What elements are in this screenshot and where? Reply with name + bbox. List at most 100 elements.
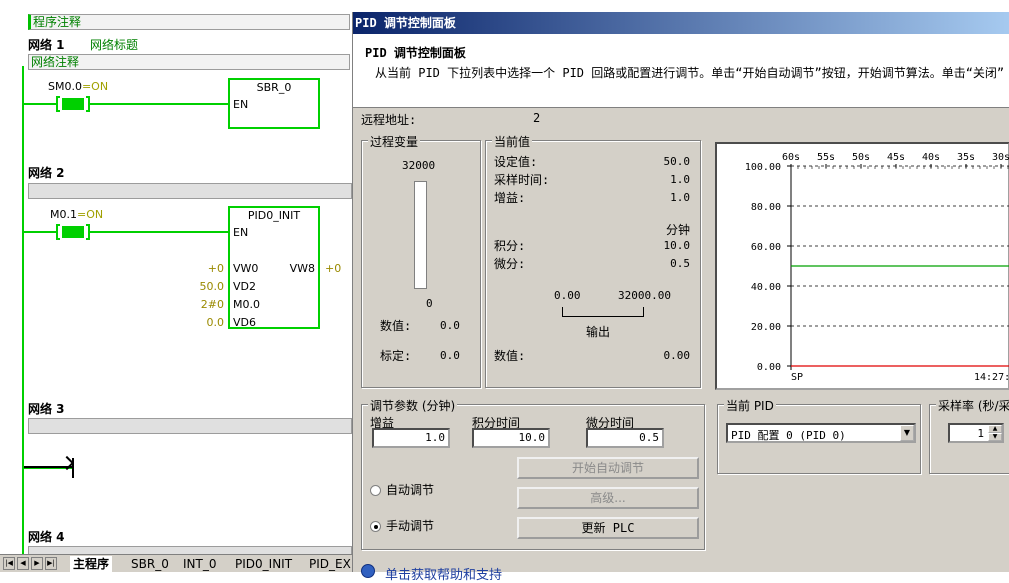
contact-sm00-label: SM0.0=ON <box>48 80 109 93</box>
network-1-comment[interactable]: 网络注释 <box>28 54 350 70</box>
pid0-init-title: PID0_INIT <box>247 209 301 222</box>
y-tick-label: 0.00 <box>757 362 781 373</box>
x-tick-label: 50s <box>852 152 870 163</box>
tuning-gain-input[interactable]: 1.0 <box>372 428 450 448</box>
pv-value: 0.0 <box>440 319 460 332</box>
trend-chart: 100.00 80.00 60.00 40.00 20.00 0.00 60s 55s 50s 4… <box>715 142 1009 390</box>
current-values-label: 当前值 <box>492 133 533 150</box>
wire <box>90 231 228 233</box>
remote-address-value: 2 <box>533 111 541 125</box>
start-auto-tune-button[interactable]: 开始自动调节 <box>517 457 699 479</box>
dialog-title[interactable]: PID 调节控制面板 <box>353 12 1009 34</box>
tab-sbr0[interactable]: SBR_0 <box>128 556 172 572</box>
pid0-input-pin: VD2 <box>233 280 256 293</box>
x-tick-label: 35s <box>957 152 975 163</box>
output-min: 0.00 <box>554 289 581 302</box>
tab-pid0-init[interactable]: PID0_INIT <box>232 556 295 572</box>
legend-sp: SP <box>791 372 803 383</box>
pid0-input-pin: VW0 <box>233 262 259 275</box>
process-variable-group: 过程变量 32000 0 数值: 0.0 标定: 0.0 <box>361 133 481 388</box>
ladder-editor[interactable]: 程序注释 网络 1 网络标题 网络注释 SM0.0=ON SBR_0 EN 网络… <box>0 0 352 572</box>
process-variable-label: 过程变量 <box>368 133 421 150</box>
sbr0-call-box[interactable]: SBR_0 EN <box>228 78 320 129</box>
pid0-en-pin: EN <box>233 226 249 239</box>
contact-m01[interactable] <box>56 224 90 240</box>
derivative-label: 微分: <box>494 257 526 271</box>
setpoint-label: 设定值: <box>494 155 538 169</box>
integral-value: 10.0 <box>663 239 691 252</box>
wire <box>24 103 56 105</box>
gain-label: 增益: <box>494 191 526 205</box>
current-pid-label: 当前 PID <box>724 397 776 414</box>
spin-up-icon[interactable]: ▲ <box>988 425 1002 433</box>
sbr0-box-title: SBR_0 <box>256 81 292 94</box>
sample-rate-spinner[interactable]: 1 ▲ ▼ <box>948 423 1004 443</box>
tab-next-icon[interactable]: ▶ <box>31 557 43 570</box>
output-value: 0.00 <box>663 349 691 362</box>
sample-rate-label: 采样率 (秒/采 <box>936 397 1009 414</box>
integral-label: 积分: <box>494 239 526 253</box>
pv-scaled: 0.0 <box>440 349 460 362</box>
y-tick-label: 40.00 <box>751 282 781 293</box>
output-max: 32000.00 <box>618 289 671 302</box>
manual-tune-label[interactable]: 手动调节 <box>386 517 434 534</box>
network-1-title[interactable]: 网络标题 <box>90 36 138 53</box>
pid0-input-value: 0.0 <box>206 316 225 329</box>
derivative-value: 0.5 <box>670 257 690 270</box>
time-label: 14:27: <box>974 372 1009 383</box>
power-rail <box>22 66 24 554</box>
y-tick-label: 100.00 <box>745 162 781 173</box>
tab-last-icon[interactable]: ▶| <box>45 557 57 570</box>
tab-first-icon[interactable]: |◀ <box>3 557 15 570</box>
auto-tune-label[interactable]: 自动调节 <box>386 481 434 498</box>
chevron-down-icon[interactable]: ▼ <box>900 425 914 441</box>
header-title: PID 调节控制面板 <box>365 46 466 60</box>
help-link[interactable]: 单击获取帮助和支持 <box>385 564 502 583</box>
manual-tune-radio[interactable] <box>370 521 381 532</box>
program-comment[interactable]: 程序注释 <box>28 14 350 30</box>
pou-tab-bar: |◀ ◀ ▶ ▶| 主程序 SBR_0 INT_0 PID0_INIT PID_… <box>0 554 352 572</box>
contact-m01-label: M0.1=ON <box>50 208 104 221</box>
auto-tune-radio[interactable] <box>370 485 381 496</box>
gain-value: 1.0 <box>670 191 690 204</box>
tab-pid-ex[interactable]: PID_EX <box>306 556 352 572</box>
tab-prev-icon[interactable]: ◀ <box>17 557 29 570</box>
pv-bar <box>414 181 427 289</box>
dialog-header: PID 调节控制面板 从当前 PID 下拉列表中选择一个 PID 回路或配置进行… <box>353 34 1009 108</box>
pv-value-label: 数值: <box>380 319 412 333</box>
pid0-init-box[interactable]: PID0_INIT EN VW0 VD2 M0.0 VD6 VW8 <box>228 206 320 329</box>
advanced-button[interactable]: 高级... <box>517 487 699 509</box>
tuning-params-label: 调节参数 (分钟) <box>368 397 458 414</box>
tab-int0[interactable]: INT_0 <box>180 556 219 572</box>
sample-rate-group: 采样率 (秒/采 1 ▲ ▼ <box>929 397 1009 474</box>
output-scale <box>562 307 644 317</box>
x-tick-label: 45s <box>887 152 905 163</box>
sample-rate-value: 1 <box>977 427 984 440</box>
update-plc-button[interactable]: 更新 PLC <box>517 517 699 539</box>
tuning-integral-input[interactable]: 10.0 <box>472 428 550 448</box>
pid0-input-pin: M0.0 <box>233 298 260 311</box>
tuning-derivative-input[interactable]: 0.5 <box>586 428 664 448</box>
pid0-input-value: 2#0 <box>200 298 224 311</box>
pid0-input-value: 50.0 <box>199 280 225 293</box>
remote-address-label: 远程地址: <box>361 113 417 127</box>
network-2-comment-bar[interactable] <box>28 183 352 199</box>
pid0-input-value: +0 <box>207 262 224 275</box>
tuning-params-group: 调节参数 (分钟) 增益 1.0 积分时间 10.0 微分时间 0.5 自动调节… <box>361 397 705 550</box>
x-tick-label: 40s <box>922 152 940 163</box>
help-icon[interactable] <box>361 564 375 578</box>
contact-sm00[interactable] <box>56 96 90 112</box>
current-pid-select[interactable]: PID 配置 0 (PID 0) ▼ <box>726 423 916 443</box>
network-3-comment-bar[interactable] <box>28 418 352 434</box>
sample-time-label: 采样时间: <box>494 173 550 187</box>
pid0-output-value: +0 <box>325 262 342 275</box>
network-4-label: 网络 4 <box>28 530 65 544</box>
spin-down-icon[interactable]: ▼ <box>988 433 1002 441</box>
x-tick-label: 30s <box>992 152 1009 163</box>
wire <box>90 103 228 105</box>
current-values-group: 当前值 设定值: 50.0 采样时间: 1.0 增益: 1.0 分钟 积分: 1… <box>485 133 701 388</box>
unit-label: 分钟 <box>665 223 690 237</box>
tab-main[interactable]: 主程序 <box>70 556 113 572</box>
current-pid-selected: PID 配置 0 (PID 0) <box>731 429 846 442</box>
y-tick-label: 80.00 <box>751 202 781 213</box>
